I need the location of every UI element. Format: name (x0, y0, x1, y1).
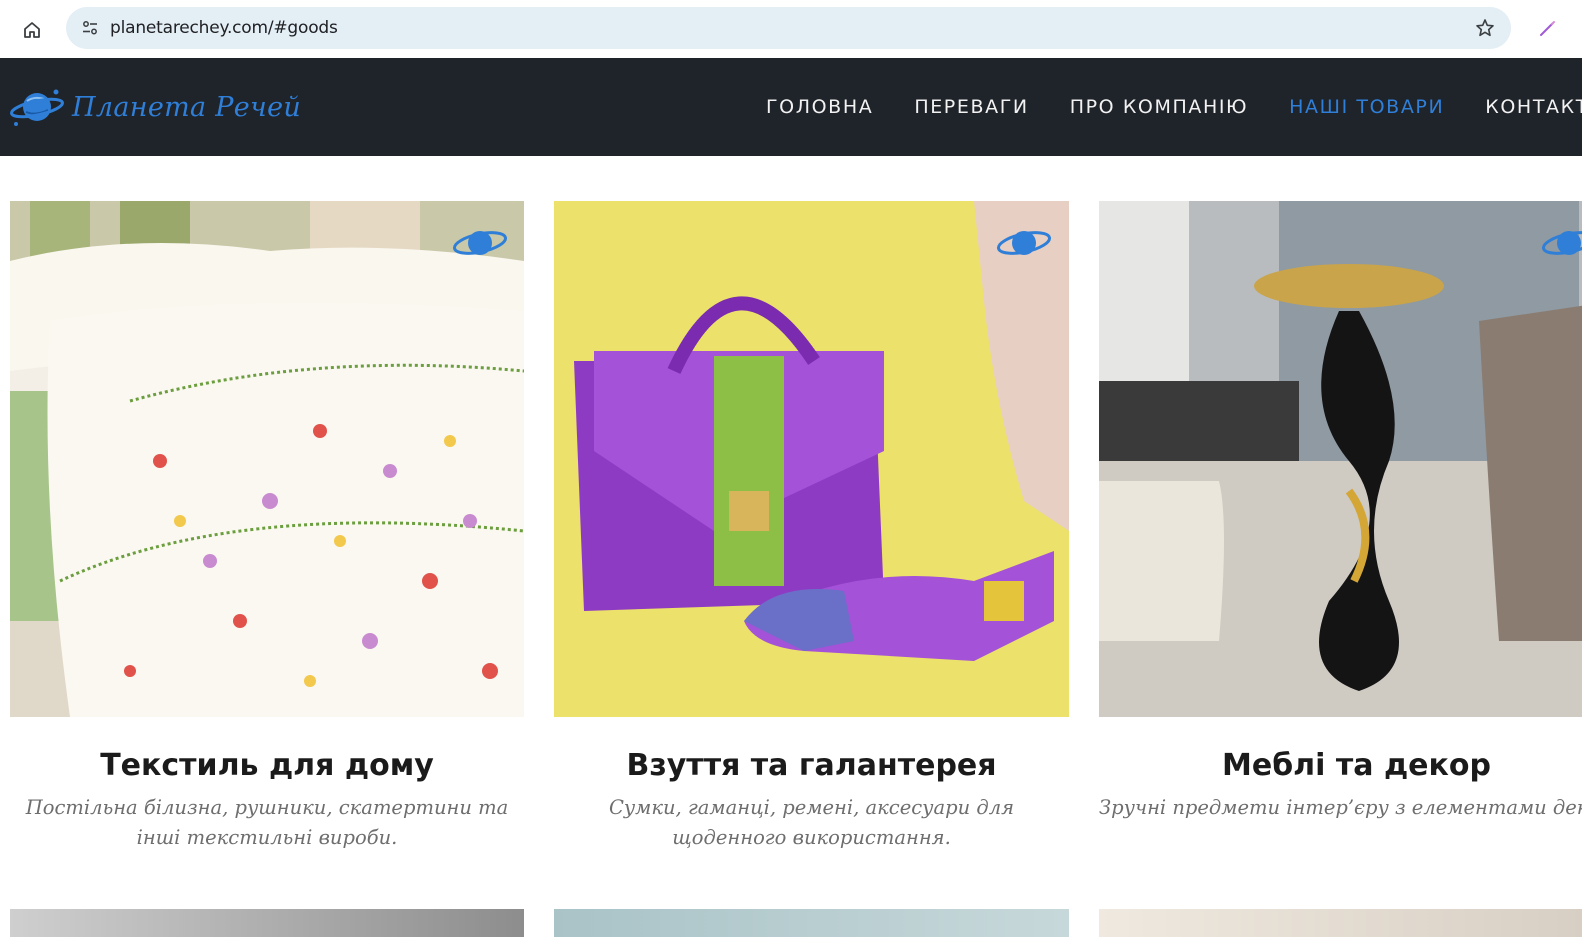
url-text[interactable]: planetarechey.com/#goods (110, 7, 338, 49)
goods-card-description: Зручні предмети інтер’єру з елементами д… (1099, 796, 1582, 819)
site-info-icon[interactable] (76, 14, 104, 42)
goods-card-image-footwear[interactable] (554, 201, 1069, 717)
nav-item-contacts[interactable]: КОНТАКТИ (1485, 96, 1582, 118)
nav-item-about[interactable]: ПРО КОМПАНІЮ (1070, 96, 1248, 118)
goods-card-image-textile[interactable] (10, 201, 524, 717)
goods-card-title: Текстиль для дому (100, 748, 434, 783)
extension-pen-icon[interactable] (1534, 16, 1560, 42)
goods-card-description: Постільна білизна, рушники, скатертини т… (25, 796, 509, 849)
nav-item-advantages[interactable]: ПЕРЕВАГИ (914, 96, 1028, 118)
goods-card-description: Сумки, гаманці, ремені, аксесуари для що… (608, 796, 1015, 849)
goods-card-image-row2-1[interactable] (10, 909, 524, 937)
planet-logo-icon (10, 89, 64, 126)
bookmark-star-icon[interactable] (1473, 16, 1497, 40)
site-header: Планета Речей ГОЛОВНА ПЕРЕВАГИ ПРО КОМПА… (0, 58, 1582, 156)
site-logo[interactable]: Планета Речей (10, 84, 301, 130)
address-bar[interactable]: planetarechey.com/#goods (66, 7, 1511, 49)
nav-item-goods[interactable]: НАШІ ТОВАРИ (1289, 96, 1444, 118)
goods-card-image-furniture[interactable] (1099, 201, 1582, 717)
home-icon[interactable] (18, 16, 46, 44)
goods-card-title: Меблі та декор (1222, 748, 1491, 783)
goods-card-title: Взуття та галантерея (626, 748, 997, 783)
logo-text: Планета Речей (72, 91, 302, 123)
goods-card-image-row2-3[interactable] (1099, 909, 1582, 937)
main-nav: ГОЛОВНА ПЕРЕВАГИ ПРО КОМПАНІЮ НАШІ ТОВАР… (766, 58, 1582, 156)
goods-card-image-row2-2[interactable] (554, 909, 1069, 937)
nav-item-home[interactable]: ГОЛОВНА (766, 96, 873, 118)
browser-toolbar: planetarechey.com/#goods (0, 0, 1582, 58)
